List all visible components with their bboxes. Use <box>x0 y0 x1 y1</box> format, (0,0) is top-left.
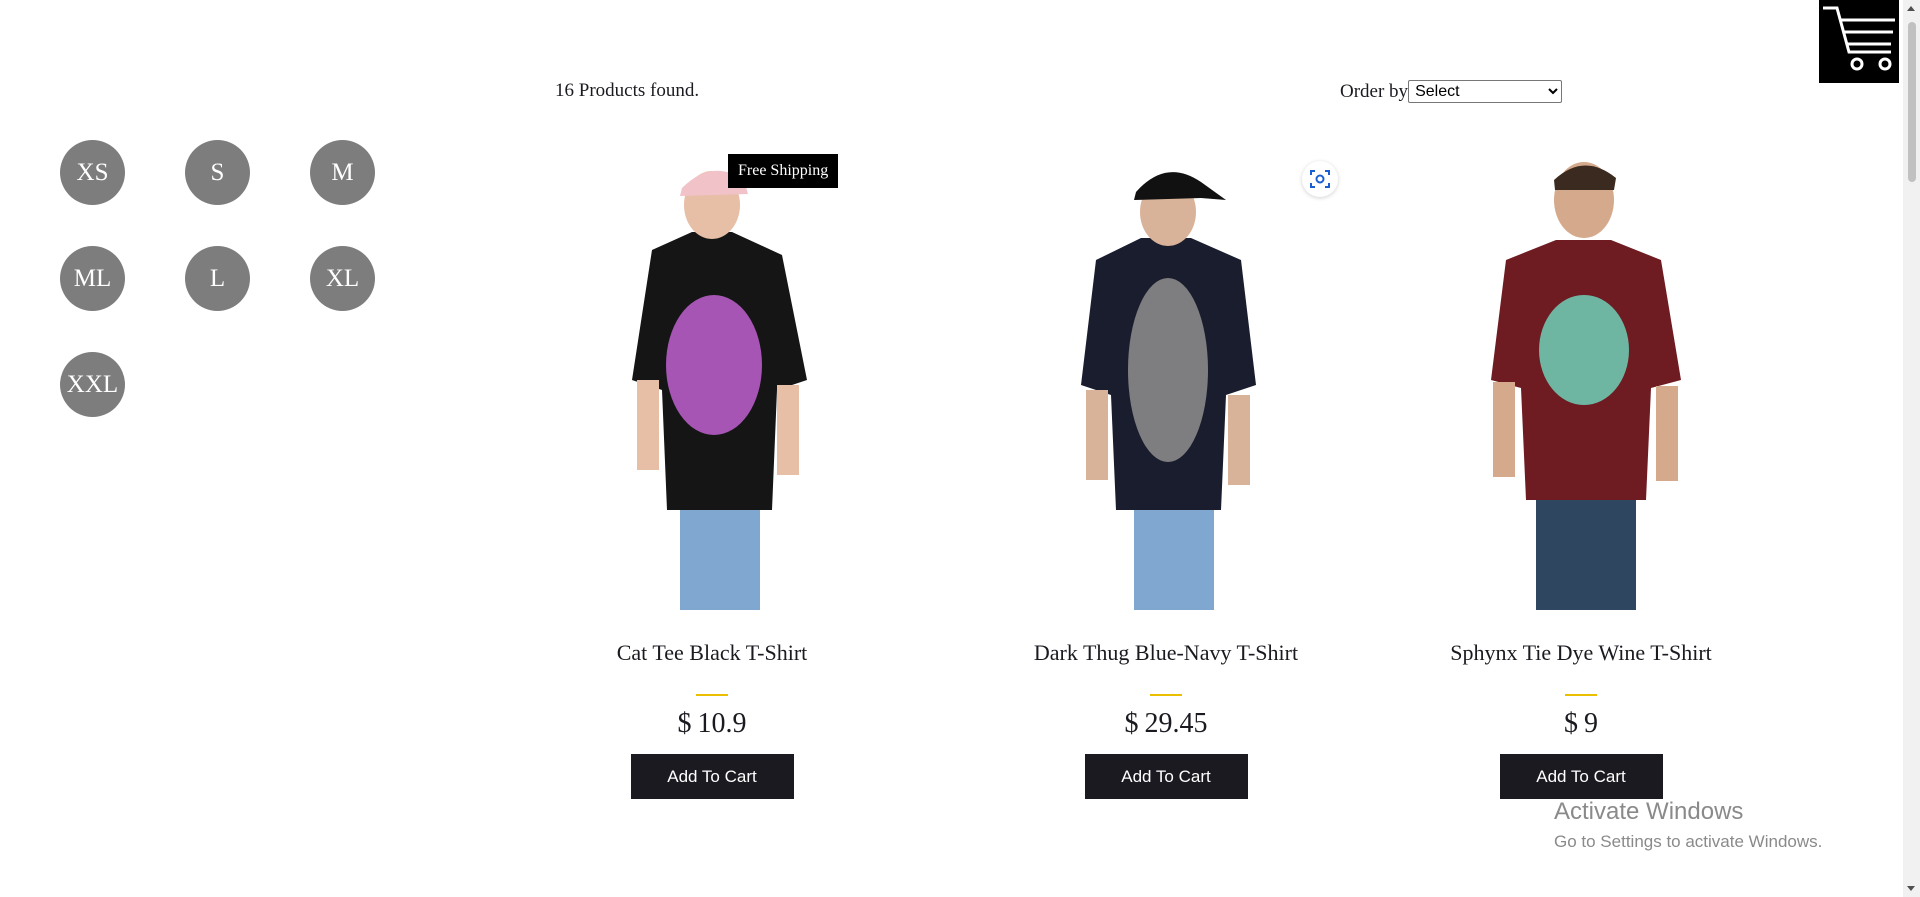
product-card[interactable]: Sphynx Tie Dye Wine T-Shirt $9 Add To Ca… <box>1371 150 1791 799</box>
size-s-button[interactable]: S <box>185 140 250 205</box>
order-by: Order by Select <box>1340 80 1563 103</box>
product-divider <box>1150 694 1182 696</box>
size-xs-button[interactable]: XS <box>60 140 125 205</box>
price-currency: $ <box>677 708 692 739</box>
product-price: $9 <box>1371 708 1791 740</box>
product-title: Dark Thug Blue-Navy T-Shirt <box>1033 640 1299 665</box>
product-image[interactable] <box>1371 150 1791 610</box>
tshirt-model-image <box>1081 172 1256 610</box>
add-to-cart-button[interactable]: Add To Cart <box>1499 754 1663 799</box>
free-shipping-badge: Free Shipping <box>728 154 839 188</box>
tshirt-model-image <box>1491 162 1681 610</box>
cart-button[interactable] <box>1819 0 1899 83</box>
products-found-count: 16 Products found. <box>555 80 700 101</box>
price-currency: $ <box>1124 708 1139 739</box>
size-m-button[interactable]: M <box>310 140 375 205</box>
size-l-button[interactable]: L <box>185 246 250 311</box>
cart-icon <box>1823 6 1895 71</box>
size-xl-button[interactable]: XL <box>310 246 375 311</box>
activate-windows-watermark: Activate Windows Go to Settings to activ… <box>1554 798 1822 852</box>
price-currency: $ <box>1564 708 1578 739</box>
price-value: 9 <box>1584 708 1598 739</box>
watermark-subtitle: Go to Settings to activate Windows. <box>1554 832 1823 851</box>
page-scrollbar[interactable] <box>1903 0 1920 897</box>
size-ml-button[interactable]: ML <box>60 246 125 311</box>
product-image[interactable]: Free Shipping <box>502 150 922 610</box>
order-by-select[interactable]: Select <box>1408 80 1563 103</box>
scroll-up-icon[interactable] <box>1907 6 1915 11</box>
tshirt-model-image <box>632 170 807 610</box>
visual-search-icon[interactable] <box>1302 161 1338 197</box>
product-divider <box>696 694 728 696</box>
price-value: 10.9 <box>697 708 747 739</box>
product-title: Sphynx Tie Dye Wine T-Shirt <box>1450 640 1712 665</box>
product-divider <box>1565 694 1597 696</box>
order-by-label: Order by <box>1340 80 1409 102</box>
product-price: $29.45 <box>956 708 1376 740</box>
add-to-cart-button[interactable]: Add To Cart <box>1084 754 1248 799</box>
scroll-down-icon[interactable] <box>1907 886 1915 891</box>
product-card[interactable]: Free Shipping Cat Tee Black T-Shirt $10.… <box>502 150 922 799</box>
add-to-cart-button[interactable]: Add To Cart <box>630 754 794 799</box>
product-title: Cat Tee Black T-Shirt <box>616 640 808 665</box>
size-xxl-button[interactable]: XXL <box>60 352 125 417</box>
price-value: 29.45 <box>1144 708 1208 739</box>
scrollbar-thumb[interactable] <box>1908 22 1916 182</box>
product-price: $10.9 <box>502 708 922 740</box>
size-filter: XS S M ML L XL XXL <box>60 140 440 417</box>
watermark-title: Activate Windows <box>1554 798 1744 825</box>
product-card[interactable]: Dark Thug Blue-Navy T-Shirt $29.45 Add T… <box>956 150 1376 799</box>
product-image[interactable] <box>956 150 1376 610</box>
